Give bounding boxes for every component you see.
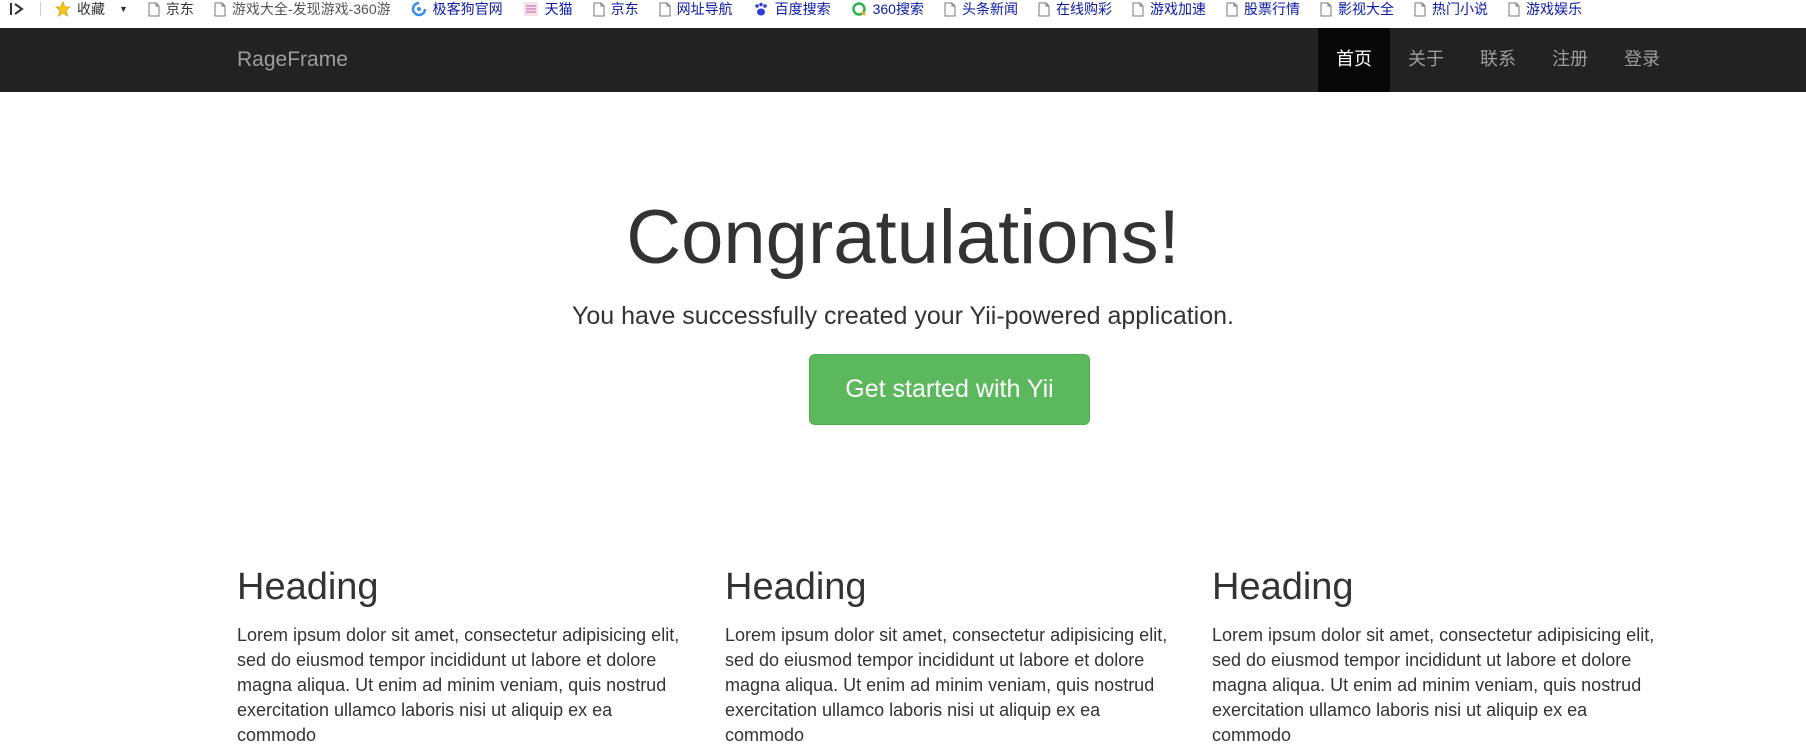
bookmark-favorites[interactable]: 收藏 ▼ [55, 0, 128, 18]
page-title: Congratulations! [626, 195, 1180, 280]
bookmark-label: 天猫 [544, 1, 573, 17]
column-body: Lorem ipsum dolor sit amet, consectetur … [1212, 624, 1655, 745]
brand-logo[interactable]: RageFrame [237, 28, 348, 92]
bookmark-item[interactable]: 头条新闻 [944, 0, 1018, 18]
star-icon [55, 1, 71, 17]
bookmark-label: 股票行情 [1243, 1, 1300, 17]
bookmark-item[interactable]: 游戏加速 [1132, 0, 1206, 18]
lead-text: You have successfully created your Yii-p… [572, 302, 1234, 330]
bookmark-item[interactable]: 影视大全 [1320, 0, 1394, 18]
bookmark-item[interactable]: 京东 [148, 0, 194, 18]
bookmark-label: 百度搜索 [774, 1, 831, 17]
page-icon [944, 2, 956, 17]
page-icon [214, 2, 226, 17]
column-1: Heading Lorem ipsum dolor sit amet, cons… [237, 560, 692, 748]
column-2: Heading Lorem ipsum dolor sit amet, cons… [725, 560, 1180, 748]
baidu-paw-icon [753, 1, 769, 17]
column-heading: Heading [1212, 566, 1354, 608]
bookmark-label: 影视大全 [1337, 1, 1394, 17]
page-icon [1038, 2, 1050, 17]
page-icon [1132, 2, 1144, 17]
bookmark-label: 360搜索 [872, 1, 924, 17]
bookmark-item[interactable]: 360搜索 [851, 0, 924, 18]
bookmark-list: 京东 游戏大全-发现游戏-360游 极客狗官网 天猫 京东 网址导航 百度搜索 360搜索 头条… [148, 0, 1602, 18]
bookmark-item[interactable]: 股票行情 [1226, 0, 1300, 18]
sidebar-toggle-icon[interactable] [10, 0, 26, 18]
swirl-icon [411, 1, 427, 17]
bookmark-item[interactable]: 游戏大全-发现游戏-360游 [214, 0, 391, 18]
bookmark-label: 京东 [610, 1, 639, 17]
divider [40, 2, 41, 16]
nav-menu: 首页 关于 联系 注册 登录 [1318, 28, 1678, 92]
page-icon [1226, 2, 1238, 17]
bookmark-label: 游戏加速 [1149, 1, 1206, 17]
bookmark-item[interactable]: 极客狗官网 [411, 0, 503, 18]
bookmark-item[interactable]: 网址导航 [659, 0, 733, 18]
bookmark-label: 热门小说 [1431, 1, 1488, 17]
bookmark-label: 网址导航 [676, 1, 733, 17]
page-icon [1320, 2, 1332, 17]
column-heading: Heading [237, 566, 379, 608]
column-body: Lorem ipsum dolor sit amet, consectetur … [725, 624, 1168, 745]
bookmark-label: 游戏娱乐 [1525, 1, 1582, 17]
nav-link-2[interactable]: 关于 [1390, 28, 1462, 92]
bookmark-item[interactable]: 百度搜索 [753, 0, 831, 18]
tmall-icon [523, 1, 539, 17]
page-icon [659, 2, 671, 17]
bookmark-item[interactable]: 京东 [593, 0, 639, 18]
column-body: Lorem ipsum dolor sit amet, consectetur … [237, 624, 680, 745]
bookmark-label: 极客狗官网 [432, 1, 503, 17]
bookmark-label: 头条新闻 [961, 1, 1018, 17]
column-heading: Heading [725, 566, 867, 608]
page-icon [593, 2, 605, 17]
nav-link-1[interactable]: 首页 [1318, 28, 1390, 92]
360-icon [851, 1, 867, 17]
nav-link-4[interactable]: 注册 [1534, 28, 1606, 92]
bookmark-label: 游戏大全-发现游戏-360游 [231, 1, 391, 17]
bookmark-item[interactable]: 在线购彩 [1038, 0, 1112, 18]
chevron-down-icon[interactable]: ▼ [119, 4, 128, 14]
bookmark-item[interactable]: 热门小说 [1414, 0, 1488, 18]
navbar: RageFrame 首页 关于 联系 注册 登录 [0, 28, 1806, 92]
bookmark-label: 京东 [165, 1, 194, 17]
nav-link-5[interactable]: 登录 [1606, 28, 1678, 92]
bookmarks-bar: 收藏 ▼ 京东 游戏大全-发现游戏-360游 极客狗官网 天猫 京东 网址导航 百度搜索 36… [0, 0, 1806, 28]
page-icon [1414, 2, 1426, 17]
get-started-button[interactable]: Get started with Yii [809, 354, 1090, 425]
bookmark-label: 在线购彩 [1055, 1, 1112, 17]
column-3: Heading Lorem ipsum dolor sit amet, cons… [1212, 560, 1667, 748]
nav-link-3[interactable]: 联系 [1462, 28, 1534, 92]
page-icon [148, 2, 160, 17]
page-icon [1508, 2, 1520, 17]
bookmark-item[interactable]: 游戏娱乐 [1508, 0, 1582, 18]
bookmark-item[interactable]: 天猫 [523, 0, 573, 18]
